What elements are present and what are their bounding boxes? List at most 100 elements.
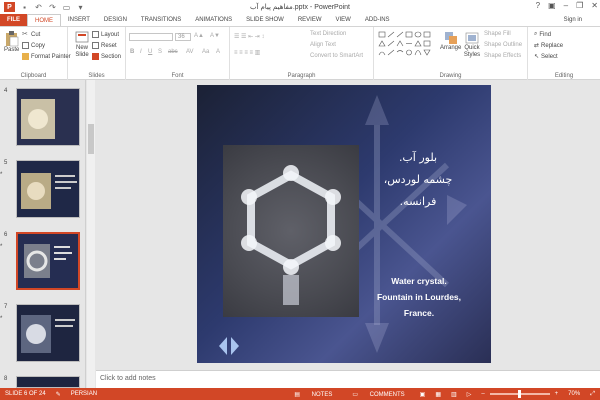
new-slide-button[interactable]: New Slide	[71, 31, 93, 59]
reset-label: Reset	[101, 42, 117, 49]
font-shrink-icon[interactable]: A▼	[210, 33, 220, 39]
tab-review[interactable]: REVIEW	[291, 14, 329, 26]
animation-star-icon: *	[0, 172, 3, 178]
layout-icon	[92, 31, 99, 38]
sign-in-link[interactable]: Sign in	[564, 14, 600, 26]
font-name-box[interactable]	[129, 33, 173, 41]
select-button[interactable]: ↖ Select	[534, 53, 558, 61]
new-slide-label: New Slide	[75, 45, 89, 58]
cut-button[interactable]: ✂ Cut	[22, 31, 40, 38]
bullets-icon[interactable]: ☰ ☰ ⇤ ⇥ ↕	[234, 33, 264, 40]
align-text-button[interactable]: Align Text	[310, 42, 336, 48]
help-icon[interactable]: ?	[536, 1, 540, 10]
english-line: France.	[403, 308, 435, 318]
align-icon[interactable]: ≡ ≡ ≡ ≡ ▥	[234, 49, 260, 56]
quick-styles-label: Quick Styles	[463, 45, 481, 58]
tab-animations[interactable]: ANIMATIONS	[188, 14, 239, 26]
thumbnail-slide-4[interactable]: 4	[4, 88, 80, 146]
thumbnail-slide-7[interactable]: 7	[4, 304, 80, 362]
normal-view-icon[interactable]: ▣	[415, 391, 431, 398]
fit-slide-icon[interactable]: ⤢	[585, 391, 600, 398]
thumbnail-number: 8	[4, 376, 8, 382]
strikethrough-icon[interactable]: abc	[168, 49, 178, 55]
thumbnail-slide-8[interactable]: 8	[4, 376, 80, 388]
change-case-icon[interactable]: Aa	[202, 49, 209, 55]
clipboard-group: Paste ✂ Cut Copy Format Painter Clipboar…	[0, 27, 71, 81]
shape-effects-button[interactable]: Shape Effects	[484, 53, 521, 59]
notes-toggle[interactable]: ▤ NOTES	[284, 391, 342, 398]
text-direction-button[interactable]: Text Direction	[310, 31, 346, 37]
reading-view-icon[interactable]: ▥	[446, 391, 462, 398]
format-painter-button[interactable]: Format Painter	[22, 53, 71, 60]
comments-toggle[interactable]: ▭ COMMENTS	[342, 391, 414, 398]
crystal-thumbnail-icon	[17, 305, 79, 361]
tab-add-ins[interactable]: ADD-INS	[358, 14, 397, 26]
notes-toggle-label: NOTES	[311, 391, 333, 398]
underline-icon[interactable]: U	[148, 49, 152, 55]
tab-insert[interactable]: INSERT	[61, 14, 97, 26]
font-color-icon[interactable]: A	[216, 49, 220, 55]
slide-thumbnails-pane[interactable]: 4 5 * 6 * 7 * 8	[0, 80, 86, 388]
slide-nav-arrows	[219, 337, 239, 355]
zoom-level[interactable]: 70%	[563, 391, 585, 397]
zoom-slider[interactable]	[489, 390, 550, 398]
quick-styles-icon	[465, 32, 479, 44]
current-slide[interactable]: بلور آب. چشمه لوردس، فرانسه. Water cryst…	[197, 85, 491, 363]
shape-fill-button[interactable]: Shape Fill	[484, 31, 511, 37]
tab-transitions[interactable]: TRANSITIONS	[134, 14, 188, 26]
shapes-gallery[interactable]	[378, 31, 438, 59]
tab-slide-show[interactable]: SLIDE SHOW	[239, 14, 291, 26]
font-size-box[interactable]: 36	[175, 33, 191, 41]
shadow-icon[interactable]: S	[158, 49, 162, 55]
spell-check-icon[interactable]: ✎	[51, 391, 66, 398]
scissors-icon: ✂	[22, 31, 28, 38]
next-arrow-icon[interactable]	[231, 337, 239, 355]
convert-smartart-button[interactable]: Convert to SmartArt	[310, 53, 363, 59]
thumbnail-slide-6[interactable]: 6	[4, 232, 80, 290]
thumbnails-scrollbar[interactable]	[87, 80, 95, 388]
char-spacing-icon[interactable]: AV	[186, 49, 194, 55]
language-indicator[interactable]: PERSIAN	[66, 391, 102, 397]
tab-view[interactable]: VIEW	[329, 14, 358, 26]
shape-fill-label: Shape Fill	[484, 31, 511, 37]
bold-icon[interactable]: B	[130, 49, 134, 55]
close-icon[interactable]: ✕	[591, 1, 598, 10]
zoom-out-icon[interactable]: –	[476, 391, 489, 397]
thumbnail-number: 6	[4, 232, 8, 238]
arrange-button[interactable]: Arrange	[440, 31, 461, 51]
align-text-label: Align Text	[310, 42, 336, 48]
reset-button[interactable]: Reset	[92, 42, 117, 49]
tab-design[interactable]: DESIGN	[97, 14, 134, 26]
font-grow-icon[interactable]: A▲	[194, 33, 204, 39]
restore-icon[interactable]: ❐	[576, 1, 583, 10]
copy-button[interactable]: Copy	[22, 42, 45, 49]
previous-arrow-icon[interactable]	[219, 337, 227, 355]
tab-home[interactable]: HOME	[27, 14, 61, 26]
slides-group: New Slide Layout Reset Section Slides	[68, 27, 126, 81]
ribbon-display-icon[interactable]: ▣	[548, 1, 556, 10]
layout-button[interactable]: Layout	[92, 31, 119, 38]
italic-icon[interactable]: I	[140, 49, 142, 55]
slide-sorter-icon[interactable]: ▦	[430, 391, 446, 398]
find-icon: ⌕	[534, 31, 538, 37]
paste-button[interactable]: Paste	[4, 31, 19, 53]
layout-label: Layout	[101, 31, 120, 38]
ribbon-tabs: FILE HOME INSERT DESIGN TRANSITIONS ANIM…	[0, 14, 600, 26]
editing-group: ⌕ Find ⇄ Replace ↖ Select Editing	[528, 27, 600, 81]
zoom-slider-thumb[interactable]	[517, 390, 521, 398]
shape-outline-button[interactable]: Shape Outline	[484, 42, 522, 48]
minimize-icon[interactable]: –	[564, 1, 568, 10]
scrollbar-thumb[interactable]	[88, 124, 94, 154]
quick-styles-button[interactable]: Quick Styles	[461, 31, 483, 59]
title-bar: P ▪ ↶ ↷ ▭ ▾ مفاهیم پیام آب.pptx - PowerP…	[0, 0, 600, 14]
find-button[interactable]: ⌕ Find	[534, 31, 551, 38]
section-button[interactable]: Section	[92, 53, 121, 60]
replace-button[interactable]: ⇄ Replace	[534, 42, 564, 50]
thumbnail-slide-5[interactable]: 5	[4, 160, 80, 218]
zoom-in-icon[interactable]: +	[550, 391, 564, 397]
slideshow-view-icon[interactable]: ▷	[462, 391, 477, 398]
copy-icon	[22, 42, 29, 49]
tab-file[interactable]: FILE	[0, 14, 27, 26]
notes-pane[interactable]: Click to add notes	[96, 370, 600, 388]
replace-label: Replace	[541, 42, 564, 49]
